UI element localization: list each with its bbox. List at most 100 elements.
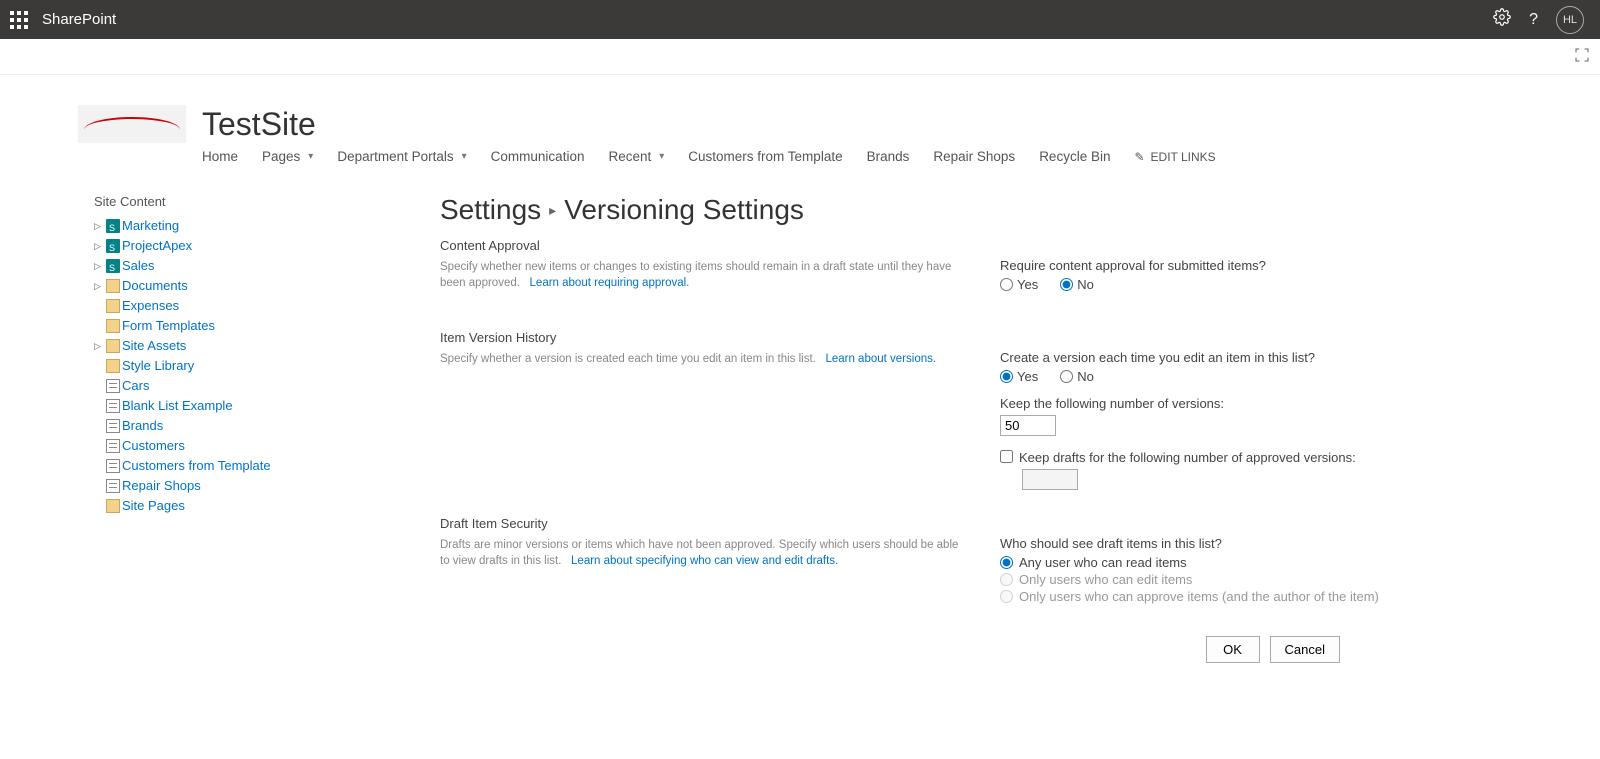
tree-item-projectapex[interactable]: ▷ ProjectApex [94,237,340,255]
page-title: Settings ▸ Versioning Settings [440,194,1560,226]
tree-item-repair-shops[interactable]: ▷Repair Shops [94,477,340,495]
draft-security-desc: Drafts are minor versions or items which… [440,537,960,569]
tree-item-label[interactable]: Site Assets [122,337,186,355]
edit-links-label: EDIT LINKS [1151,150,1216,164]
tree-expand-icon[interactable]: ▷ [94,237,104,255]
cancel-button[interactable]: Cancel [1270,636,1340,663]
content-approval-question: Require content approval for submitted i… [1000,258,1560,273]
tree-item-documents[interactable]: ▷ Documents [94,277,340,295]
pencil-icon: ✎ [1134,150,1144,164]
nav-item-department-portals[interactable]: Department Portals▾ [337,149,466,164]
tree-item-label[interactable]: Cars [122,377,149,395]
app-name[interactable]: SharePoint [42,11,116,28]
tree-item-label[interactable]: Blank List Example [122,397,233,415]
tree-item-marketing[interactable]: ▷ Marketing [94,217,340,235]
site-icon [106,259,120,273]
nav-item-home[interactable]: Home [202,149,238,164]
learn-versions-link[interactable]: Learn about versions. [825,353,936,365]
tree-item-label[interactable]: Documents [122,277,188,295]
breadcrumb-current: Versioning Settings [564,194,804,226]
doclib-icon [106,299,120,313]
keep-versions-input[interactable] [1000,415,1056,436]
tree-item-cars[interactable]: ▷Cars [94,377,340,395]
site-header: TestSite HomePages▾Department Portals▾Co… [0,75,1600,164]
section-version-history: Item Version History Specify whether a v… [440,330,1560,490]
draft-opt-edit-users-radio[interactable]: Only users who can edit items [1000,572,1560,587]
breadcrumb-parent[interactable]: Settings [440,194,541,226]
version-history-yes-radio[interactable]: Yes [1000,369,1038,384]
tree-item-label[interactable]: Brands [122,417,163,435]
tree-item-label[interactable]: ProjectApex [122,237,192,255]
top-nav: HomePages▾Department Portals▾Communicati… [202,149,1600,164]
tree-item-site-pages[interactable]: ▷Site Pages [94,497,340,515]
tree-item-expenses[interactable]: ▷Expenses [94,297,340,315]
tree-item-customers-from-template[interactable]: ▷Customers from Template [94,457,340,475]
keep-versions-label: Keep the following number of versions: [1000,396,1560,411]
edit-links-button[interactable]: ✎ EDIT LINKS [1134,150,1215,164]
main-content: Settings ▸ Versioning Settings Content A… [340,194,1600,703]
nav-item-customers-from-template[interactable]: Customers from Template [688,149,842,164]
nav-item-label: Recycle Bin [1039,149,1110,164]
tree-item-label[interactable]: Style Library [122,357,194,375]
nav-item-recent[interactable]: Recent ▾ [608,149,664,164]
tree-item-label[interactable]: Customers from Template [122,457,271,475]
ok-button[interactable]: OK [1206,636,1260,663]
draft-opt-approve-users-radio[interactable]: Only users who can approve items (and th… [1000,589,1560,604]
nav-item-brands[interactable]: Brands [867,149,910,164]
user-avatar[interactable]: HL [1556,6,1584,34]
version-history-no-radio[interactable]: No [1060,369,1094,384]
tree-item-customers[interactable]: ▷Customers [94,437,340,455]
nav-item-label: Department Portals [337,149,453,164]
doclib-icon [106,339,120,353]
site-icon [106,239,120,253]
version-history-title: Item Version History [440,330,960,345]
settings-gear-icon[interactable] [1493,8,1511,31]
tree-item-sales[interactable]: ▷ Sales [94,257,340,275]
tree-item-label[interactable]: Site Pages [122,497,185,515]
tree-item-label[interactable]: Repair Shops [122,477,201,495]
focus-on-content-icon[interactable] [1574,47,1590,66]
version-history-desc: Specify whether a version is created eac… [440,351,960,367]
nav-item-label: Recent [608,149,651,164]
nav-item-label: Customers from Template [688,149,842,164]
content-approval-no-radio[interactable]: No [1060,277,1094,292]
section-draft-security: Draft Item Security Drafts are minor ver… [440,516,1560,606]
tree-item-blank-list-example[interactable]: ▷Blank List Example [94,397,340,415]
tree-item-label[interactable]: Form Templates [122,317,215,335]
learn-draft-security-link[interactable]: Learn about specifying who can view and … [571,555,838,567]
tree-item-form-templates[interactable]: ▷Form Templates [94,317,340,335]
tree-expand-icon[interactable]: ▷ [94,257,104,275]
learn-requiring-approval-link[interactable]: Learn about requiring approval. [530,277,690,289]
nav-item-repair-shops[interactable]: Repair Shops [933,149,1015,164]
nav-item-recycle-bin[interactable]: Recycle Bin [1039,149,1110,164]
tree-item-brands[interactable]: ▷Brands [94,417,340,435]
tree-item-site-assets[interactable]: ▷ Site Assets [94,337,340,355]
help-icon[interactable]: ? [1529,11,1538,29]
tree-item-label[interactable]: Customers [122,437,185,455]
draft-opt-any-user-radio[interactable]: Any user who can read items [1000,555,1560,570]
keep-drafts-label: Keep drafts for the following number of … [1019,450,1356,465]
form-buttons: OK Cancel [440,636,1560,663]
site-logo[interactable] [78,105,186,143]
content-approval-yes-radio[interactable]: Yes [1000,277,1038,292]
tree-expand-icon[interactable]: ▷ [94,217,104,235]
draft-security-question: Who should see draft items in this list? [1000,536,1560,551]
tree-item-style-library[interactable]: ▷Style Library [94,357,340,375]
nav-item-communication[interactable]: Communication [491,149,585,164]
chevron-down-icon: ▾ [659,151,664,162]
keep-drafts-input [1022,469,1078,490]
tree-expand-icon[interactable]: ▷ [94,337,104,355]
nav-item-label: Brands [867,149,910,164]
nav-item-label: Repair Shops [933,149,1015,164]
tree-item-label[interactable]: Expenses [122,297,179,315]
nav-item-pages[interactable]: Pages▾ [262,149,313,164]
app-launcher-icon[interactable] [10,11,28,29]
tree-item-label[interactable]: Sales [122,257,155,275]
tree-item-label[interactable]: Marketing [122,217,179,235]
keep-drafts-checkbox[interactable] [1000,450,1013,463]
site-title[interactable]: TestSite [202,106,316,143]
list-icon [106,419,120,433]
list-icon [106,439,120,453]
tree-expand-icon[interactable]: ▷ [94,277,104,295]
site-icon [106,219,120,233]
